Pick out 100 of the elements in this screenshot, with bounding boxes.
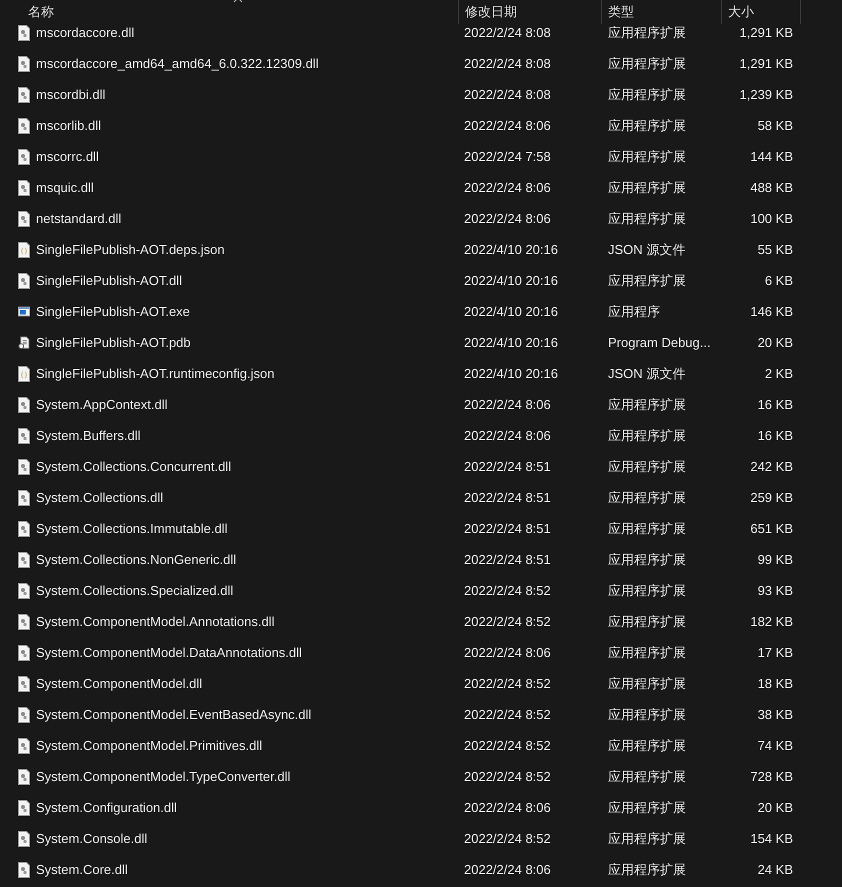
file-row[interactable]: SingleFilePublish-AOT.deps.json 2022/4/10 20:16 JSON 源文件 55 KB: [0, 234, 842, 265]
file-name: msquic.dll: [36, 180, 94, 196]
file-type: JSON 源文件: [608, 242, 686, 256]
file-size: 58 KB: [758, 118, 793, 132]
gear-document-icon: [18, 676, 30, 692]
file-type: 应用程序扩展: [608, 56, 686, 70]
file-row[interactable]: System.Core.dll 2022/2/24 8:06 应用程序扩展 24 KB: [0, 854, 842, 885]
file-name: System.AppContext.dll: [36, 396, 168, 412]
modified-date: 2022/4/10 20:16: [464, 242, 558, 256]
file-name: mscordaccore_amd64_amd64_6.0.322.12309.dll: [36, 56, 319, 72]
file-size: 154 KB: [750, 830, 793, 846]
file-size: 20 KB: [758, 800, 793, 814]
column-header[interactable]: 大小: [721, 0, 801, 24]
modified-date: 2022/2/24 8:06: [464, 428, 551, 442]
file-row[interactable]: mscorlib.dll 2022/2/24 8:06 应用程序扩展 58 KB: [0, 110, 842, 141]
file-row[interactable]: System.ComponentModel.DataAnnotations.dll 2022/2/24 8:06 应用程序扩展 17 KB: [0, 637, 842, 668]
file-size: 17 KB: [758, 644, 793, 660]
file-row[interactable]: System.AppContext.dll 2022/2/24 8:06 应用程序扩展 16 KB: [0, 389, 842, 420]
file-name: System.Collections.Immutable.dll: [36, 520, 228, 536]
file-size: 16 KB: [758, 396, 793, 412]
file-row[interactable]: netstandard.dll 2022/2/24 8:06 应用程序扩展 100 KB: [0, 203, 842, 234]
file-row[interactable]: SingleFilePublish-AOT.dll 2022/4/10 20:16 应用程序扩展 6 KB: [0, 265, 842, 296]
file-name: netstandard.dll: [36, 210, 122, 226]
file-row[interactable]: mscordbi.dll 2022/2/24 8:08 应用程序扩展 1,239 KB: [0, 79, 842, 110]
file-row[interactable]: SingleFilePublish-AOT.runtimeconfig.json 2022/4/10 20:16 JSON 源文件 2 KB: [0, 358, 842, 389]
file-size: 651 KB: [750, 520, 793, 536]
document-icon: [18, 242, 30, 258]
file-name: System.Console.dll: [36, 830, 148, 846]
file-name: System.Collections.dll: [36, 490, 164, 506]
file-type: 应用程序扩展: [608, 676, 686, 690]
gear-document-icon: [18, 56, 30, 72]
file-type: 应用程序扩展: [608, 86, 686, 102]
file-row[interactable]: System.ComponentModel.EventBasedAsync.dll 2022/2/24 8:52 应用程序扩展 38 KB: [0, 699, 842, 730]
file-row[interactable]: System.Collections.Concurrent.dll 2022/2/24 8:51 应用程序扩展 242 KB: [0, 451, 842, 482]
gear-document-icon: [18, 862, 30, 878]
file-name: SingleFilePublish-AOT.runtimeconfig.json: [36, 366, 274, 382]
file-type: 应用程序扩展: [608, 272, 686, 288]
file-type: 应用程序扩展: [608, 458, 686, 474]
file-size: 6 KB: [764, 272, 793, 288]
file-name: mscordaccore.dll: [36, 24, 134, 40]
file-row[interactable]: System.Console.dll 2022/2/24 8:52 应用程序扩展 154 KB: [0, 823, 842, 854]
file-type: Program Debug...: [608, 334, 711, 350]
modified-date: 2022/2/24 8:52: [464, 830, 551, 846]
gear-document-icon: [18, 552, 30, 568]
modified-date: 2022/4/10 20:16: [464, 334, 558, 350]
file-row[interactable]: System.ComponentModel.dll 2022/2/24 8:52 应用程序扩展 18 KB: [0, 668, 842, 699]
file-row[interactable]: mscorrc.dll 2022/2/24 7:58 应用程序扩展 144 KB: [0, 141, 842, 172]
file-type: 应用程序: [608, 304, 660, 318]
modified-date: 2022/2/24 8:08: [464, 56, 551, 70]
file-name: System.Collections.NonGeneric.dll: [36, 552, 236, 568]
file-row[interactable]: System.Collections.Specialized.dll 2022/2/24 8:52 应用程序扩展 93 KB: [0, 575, 842, 606]
file-name: System.Collections.Concurrent.dll: [36, 458, 232, 474]
modified-date: 2022/2/24 8:51: [464, 520, 551, 536]
file-size: 74 KB: [758, 738, 793, 752]
file-row[interactable]: SingleFilePublish-AOT.pdb 2022/4/10 20:16 Program Debug... 20 KB: [0, 327, 842, 358]
modified-date: 2022/2/24 8:51: [464, 458, 551, 474]
file-name: mscorrc.dll: [36, 148, 99, 164]
file-row[interactable]: System.Collections.dll 2022/2/24 8:51 应用程序扩展 259 KB: [0, 482, 842, 513]
file-size: 20 KB: [758, 334, 793, 350]
modified-date: 2022/2/24 8:52: [464, 706, 551, 722]
file-type: 应用程序扩展: [608, 614, 686, 628]
file-size: 146 KB: [750, 304, 793, 318]
gear-document-icon: [18, 738, 30, 754]
file-name: System.Buffers.dll: [36, 428, 141, 444]
file-name: mscorlib.dll: [36, 118, 102, 134]
file-type: 应用程序扩展: [608, 644, 686, 660]
file-row[interactable]: System.ComponentModel.Primitives.dll 2022/2/24 8:52 应用程序扩展 74 KB: [0, 730, 842, 761]
file-size: 38 KB: [758, 706, 793, 722]
file-name: System.Configuration.dll: [36, 800, 177, 816]
modified-date: 2022/2/24 8:52: [464, 582, 551, 598]
file-row[interactable]: mscordaccore_amd64_amd64_6.0.322.12309.dll 2022/2/24 8:08 应用程序扩展 1,291 KB: [0, 48, 842, 79]
file-row[interactable]: System.Configuration.dll 2022/2/24 8:06 应用程序扩展 20 KB: [0, 792, 842, 823]
file-name: System.ComponentModel.DataAnnotations.dll: [36, 644, 302, 660]
modified-date: 2022/2/24 8:06: [464, 180, 551, 194]
file-row[interactable]: System.ComponentModel.Annotations.dll 2022/2/24 8:52 应用程序扩展 182 KB: [0, 606, 842, 637]
file-type: 应用程序扩展: [608, 552, 686, 566]
file-row[interactable]: System.Buffers.dll 2022/2/24 8:06 应用程序扩展 16 KB: [0, 420, 842, 451]
document-icon: [18, 366, 30, 382]
modified-date: 2022/2/24 8:06: [464, 210, 551, 226]
gear-document-icon: [18, 582, 30, 598]
file-row[interactable]: System.Collections.Immutable.dll 2022/2/24 8:51 应用程序扩展 651 KB: [0, 513, 842, 544]
file-type: 应用程序扩展: [608, 706, 686, 722]
modified-date: 2022/2/24 8:08: [464, 24, 551, 40]
file-row[interactable]: System.ComponentModel.TypeConverter.dll 2022/2/24 8:52 应用程序扩展 728 KB: [0, 761, 842, 792]
modified-date: 2022/4/10 20:16: [464, 304, 558, 318]
file-size: 100 KB: [750, 210, 793, 226]
file-row[interactable]: System.Collections.NonGeneric.dll 2022/2/24 8:51 应用程序扩展 99 KB: [0, 544, 842, 575]
modified-date: 2022/2/24 8:51: [464, 552, 551, 566]
file-row[interactable]: SingleFilePublish-AOT.exe 2022/4/10 20:16 应用程序 146 KB: [0, 296, 842, 327]
gear-document-icon: [18, 768, 30, 784]
file-type: 应用程序扩展: [608, 862, 686, 876]
column-header[interactable]: 修改日期: [458, 0, 601, 24]
file-row[interactable]: msquic.dll 2022/2/24 8:06 应用程序扩展 488 KB: [0, 172, 842, 203]
file-size: 259 KB: [750, 490, 793, 504]
column-header[interactable]: 类型: [601, 0, 721, 24]
file-size: 144 KB: [750, 148, 793, 164]
gear-document-icon: [18, 830, 30, 846]
file-type: 应用程序扩展: [608, 396, 686, 412]
file-size: 182 KB: [750, 614, 793, 628]
file-name: System.Collections.Specialized.dll: [36, 582, 234, 598]
